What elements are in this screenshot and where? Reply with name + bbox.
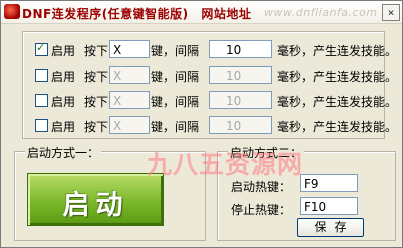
title-text: DNF连发程序(任意键智能版) (22, 7, 189, 21)
key-interval-label: 键，间隔 (151, 70, 200, 84)
press-label: 按下 (84, 70, 109, 84)
ms-label: 毫秒，产生连发技能。 (277, 44, 398, 58)
key-input-2[interactable]: X (109, 66, 150, 84)
app-window: DNF连发程序(任意键智能版) 网站地址 www.dnflianfa.com ×… (0, 0, 403, 248)
stop-hotkey-label: 停止热键： (231, 203, 292, 217)
press-label: 按下 (84, 120, 109, 134)
interval-input-3[interactable]: 10 (209, 91, 272, 109)
interval-input-1[interactable]: 10 (209, 40, 272, 58)
enable-label: 启用 (51, 95, 76, 109)
rapid-fire-settings: ✓ 启用 按下 X 键，间隔 10 毫秒，产生连发技能。 启用 按下 X 键，间… (22, 31, 397, 139)
site-label: 网站地址 (201, 7, 252, 21)
interval-input-4[interactable]: 10 (209, 116, 272, 134)
enable-label: 启用 (51, 70, 76, 84)
stop-hotkey-input[interactable]: F10 (300, 197, 358, 215)
site-url: www.dnflianfa.com (264, 6, 378, 19)
press-label: 按下 (84, 95, 109, 109)
ms-label: 毫秒，产生连发技能。 (277, 70, 398, 84)
rule-row-2: 启用 按下 X 键，间隔 10 毫秒，产生连发技能。 (23, 65, 397, 87)
save-button[interactable]: 保存 (297, 218, 364, 237)
start-button[interactable]: 启动 (27, 173, 164, 226)
ms-label: 毫秒，产生连发技能。 (277, 120, 398, 134)
start-hotkey-input[interactable]: F9 (300, 174, 358, 192)
key-input-1[interactable]: X (109, 40, 150, 58)
key-interval-label: 键，间隔 (151, 44, 200, 58)
enable-label: 启用 (51, 120, 76, 134)
title-bar[interactable]: DNF连发程序(任意键智能版) 网站地址 www.dnflianfa.com × (1, 1, 402, 24)
close-button[interactable]: × (382, 4, 400, 21)
start-button-label: 启动 (62, 190, 129, 221)
enable-label: 启用 (51, 44, 76, 58)
interval-input-2[interactable]: 10 (209, 66, 272, 84)
press-label: 按下 (84, 44, 109, 58)
enable-checkbox-4[interactable] (35, 119, 48, 132)
checkmark-icon: ✓ (36, 41, 46, 54)
app-icon (4, 4, 20, 19)
ms-label: 毫秒，产生连发技能。 (277, 95, 398, 109)
rule-row-3: 启用 按下 X 键，间隔 10 毫秒，产生连发技能。 (23, 90, 397, 112)
key-interval-label: 键，间隔 (151, 120, 200, 134)
enable-checkbox-3[interactable] (35, 94, 48, 107)
enable-checkbox-2[interactable] (35, 69, 48, 82)
start-mode-1-legend: 启动方式一： (25, 144, 102, 161)
enable-checkbox-1[interactable]: ✓ (35, 41, 48, 56)
key-interval-label: 键，间隔 (151, 95, 200, 109)
watermark: 九八五资源网 (147, 150, 304, 179)
rule-row-1: ✓ 启用 按下 X 键，间隔 10 毫秒，产生连发技能。 (23, 39, 397, 61)
window-title: DNF连发程序(任意键智能版) 网站地址 (22, 5, 251, 22)
key-input-4[interactable]: X (109, 116, 150, 134)
rule-row-4: 启用 按下 X 键，间隔 10 毫秒，产生连发技能。 (23, 115, 397, 137)
key-input-3[interactable]: X (109, 91, 150, 109)
